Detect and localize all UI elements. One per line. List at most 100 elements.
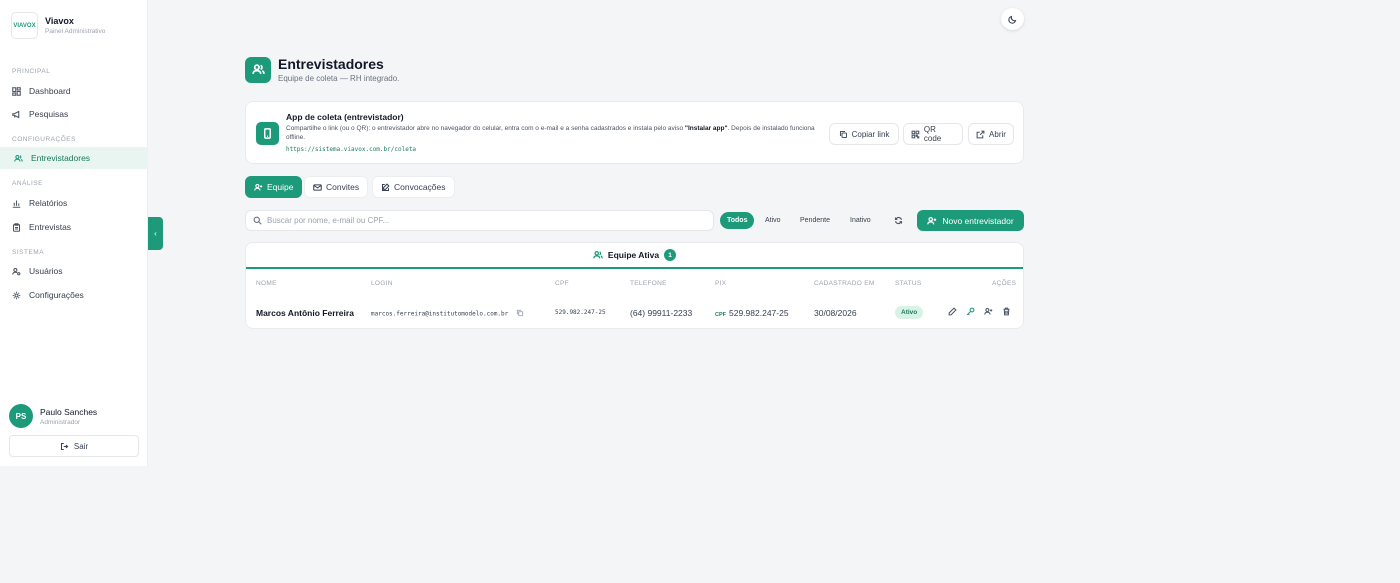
search-icon <box>253 216 262 225</box>
clipboard-icon <box>12 222 21 232</box>
app-desc-bold: "Instalar app" <box>684 125 728 132</box>
sidebar-item-dashboard[interactable]: Dashboard <box>0 80 148 102</box>
team-count-badge: 1 <box>664 249 677 261</box>
copy-link-label: Copiar link <box>851 129 890 139</box>
tab-label: Equipe <box>267 182 294 192</box>
copy-icon <box>839 130 847 138</box>
search-box <box>245 210 714 231</box>
tab-label: Convites <box>326 182 360 192</box>
nav-section-configuracoes: CONFIGURAÇÕES <box>12 136 76 143</box>
page-title: Entrevistadores <box>278 56 384 72</box>
new-interviewer-label: Novo entrevistador <box>942 215 1014 226</box>
copy-icon[interactable] <box>516 309 524 319</box>
user-profile[interactable]: PS Paulo Sanches Administrador <box>9 404 97 428</box>
team-header[interactable]: Equipe Ativa 1 <box>246 243 1023 269</box>
refresh-button[interactable] <box>890 212 906 229</box>
column-header-status: STATUS <box>895 280 922 287</box>
pix-type-tag: CPF <box>715 312 726 318</box>
page-subtitle: Equipe de coleta — RH integrado. <box>278 74 400 83</box>
qr-code-button[interactable]: QR code <box>903 123 963 145</box>
new-interviewer-button[interactable]: Novo entrevistador <box>917 210 1024 231</box>
app-desc-part1: Compartilhe o link (ou o QR): o entrevis… <box>286 125 685 132</box>
logout-button[interactable]: Sair <box>9 435 139 457</box>
moon-icon <box>1008 15 1017 24</box>
nav-section-sistema: SISTEMA <box>12 249 45 256</box>
users-icon <box>245 56 271 83</box>
copy-link-button[interactable]: Copiar link <box>829 123 899 145</box>
qr-code-label: QR code <box>923 125 942 143</box>
brand-subtitle: Painel Administrativo <box>45 28 106 35</box>
column-header-cadastrado: CADASTRADO EM <box>814 280 875 287</box>
column-header-nome: NOME <box>256 280 277 287</box>
users-icon <box>593 251 603 259</box>
megaphone-icon <box>12 110 20 118</box>
team-title: Equipe Ativa <box>607 250 660 260</box>
open-label: Abrir <box>989 129 1006 139</box>
sidebar-item-entrevistas[interactable]: Entrevistas <box>0 216 148 238</box>
open-button[interactable]: Abrir <box>968 123 1014 145</box>
sidebar-item-label: Dashboard <box>29 86 71 96</box>
brand-name: Viavox <box>45 16 74 26</box>
pix-value: 529.982.247-25 <box>729 308 789 318</box>
column-header-login: LOGIN <box>371 280 393 287</box>
nav-section-analise: ANÁLISE <box>12 180 43 187</box>
sidebar-item-label: Relatórios <box>29 198 68 208</box>
sidebar-item-usuarios[interactable]: Usuários <box>0 260 148 282</box>
refresh-icon <box>894 216 902 225</box>
cell-cpf: 529.982.247-25 <box>555 309 606 316</box>
sidebar-item-label: Configurações <box>29 290 84 300</box>
user-plus-icon <box>254 183 263 191</box>
cell-nome: Marcos Antônio Ferreira <box>256 308 354 318</box>
tab-equipe[interactable]: Equipe <box>245 176 303 198</box>
team-table-card: Equipe Ativa 1 NOME LOGIN CPF TELEFONE P… <box>245 242 1024 329</box>
cell-pix: CPF 529.982.247-25 <box>715 308 789 318</box>
manage-user-button[interactable] <box>983 306 994 317</box>
theme-toggle-button[interactable] <box>1001 8 1024 30</box>
page-header: Entrevistadores Equipe de coleta — RH in… <box>245 56 399 83</box>
column-header-cpf: CPF <box>555 280 569 287</box>
filter-inativo[interactable]: Inativo <box>843 212 878 229</box>
key-icon <box>966 307 975 316</box>
column-header-telefone: TELEFONE <box>630 280 667 287</box>
login-text: marcos.ferreira@institutomodelo.com.br <box>371 310 509 318</box>
filter-ativo[interactable]: Ativo <box>758 212 788 229</box>
chevron-left-icon: ‹ <box>154 229 157 238</box>
sidebar: VIAVOX Viavox Painel Administrativo PRIN… <box>0 0 148 466</box>
tab-convocacoes[interactable]: Convocações <box>372 176 455 198</box>
user-plus-icon <box>984 307 993 315</box>
sidebar-item-entrevistadores[interactable]: Entrevistadores <box>0 147 148 169</box>
status-badge: Ativo <box>895 306 924 319</box>
filter-todos[interactable]: Todos <box>720 212 755 229</box>
nav-section-principal: PRINCIPAL <box>12 68 51 75</box>
sidebar-item-configuracoes[interactable]: Configurações <box>0 284 148 306</box>
filter-pendente[interactable]: Pendente <box>793 212 837 229</box>
app-link[interactable]: https://sistema.viavox.com.br/coleta <box>286 146 416 153</box>
sidebar-item-pesquisas[interactable]: Pesquisas <box>0 103 148 125</box>
bar-chart-icon <box>12 200 21 208</box>
tab-label: Convocações <box>394 182 446 192</box>
pencil-icon <box>948 307 957 316</box>
tab-convites[interactable]: Convites <box>304 176 369 198</box>
sidebar-item-relatorios[interactable]: Relatórios <box>0 192 148 214</box>
dashboard-icon <box>12 86 21 96</box>
sidebar-collapse-button[interactable]: ‹ <box>148 217 163 250</box>
edit-button[interactable] <box>947 306 958 317</box>
delete-button[interactable] <box>1001 306 1012 317</box>
trash-icon <box>1003 307 1010 316</box>
app-card-description: Compartilhe o link (ou o QR): o entrevis… <box>286 124 826 142</box>
brand-logo: VIAVOX <box>11 12 38 39</box>
mail-icon <box>313 183 322 191</box>
cell-login: marcos.ferreira@institutomodelo.com.br <box>371 309 524 319</box>
smartphone-icon <box>256 122 279 145</box>
brand[interactable]: VIAVOX Viavox Painel Administrativo <box>11 12 105 39</box>
avatar: PS <box>9 404 33 428</box>
app-card-title: App de coleta (entrevistador) <box>286 112 404 122</box>
user-plus-icon <box>927 216 937 224</box>
sidebar-item-label: Pesquisas <box>29 109 69 119</box>
users-icon <box>14 154 23 162</box>
cell-cadastrado: 30/08/2026 <box>814 308 857 318</box>
search-input[interactable] <box>267 216 697 225</box>
qr-code-icon <box>911 130 920 138</box>
reset-password-button[interactable] <box>965 306 976 317</box>
brand-logo-text: VIAVOX <box>13 22 36 29</box>
